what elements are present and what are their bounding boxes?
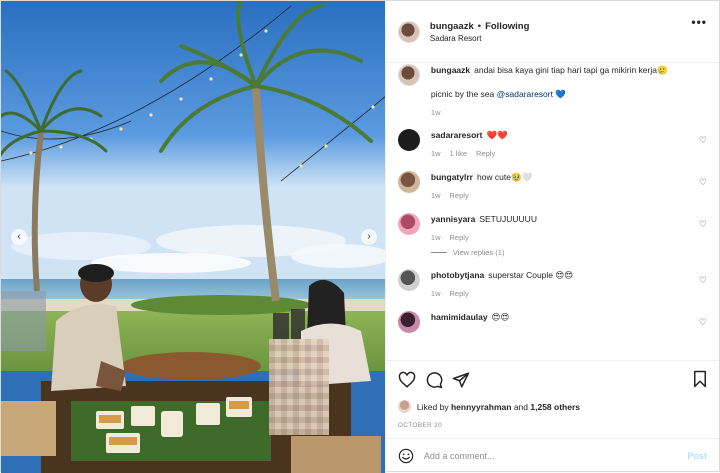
comment-text: hamimidaulay 😍😍 bbox=[431, 311, 707, 323]
reply-button[interactable]: Reply bbox=[450, 289, 469, 298]
caption-line2-text: picnic by the sea bbox=[430, 89, 495, 99]
timestamp[interactable]: 1w bbox=[431, 233, 441, 242]
avatar[interactable] bbox=[397, 269, 420, 291]
carousel-next-button[interactable]: › bbox=[361, 229, 377, 245]
post-header: bungaazk • Following Sadara Resort ••• bbox=[385, 1, 719, 63]
comment-meta: 1w Reply bbox=[431, 289, 707, 298]
likes-count[interactable]: 1 like bbox=[450, 149, 468, 158]
likes-connector: and bbox=[513, 401, 528, 412]
comment-body: superstar Couple 😍😍 bbox=[488, 270, 574, 280]
avatar[interactable] bbox=[397, 213, 420, 235]
avatar[interactable] bbox=[397, 171, 420, 193]
post-date[interactable]: OCTOBER 20 bbox=[398, 422, 707, 429]
comment-body: how cute🥹🤍 bbox=[476, 172, 533, 182]
more-options-icon[interactable]: ••• bbox=[691, 15, 707, 29]
separator-dot: • bbox=[477, 20, 482, 32]
mention-link[interactable]: @sadararesort bbox=[497, 89, 553, 99]
comment-text: bungatylrr how cute🥹🤍 bbox=[431, 171, 707, 183]
blurred-area bbox=[269, 339, 329, 435]
comment-meta: 1w Reply bbox=[431, 233, 707, 242]
divider bbox=[430, 252, 447, 253]
avatar[interactable] bbox=[397, 311, 420, 333]
timestamp[interactable]: 1w bbox=[431, 149, 441, 158]
comment-icon[interactable] bbox=[425, 371, 443, 389]
caption-username[interactable]: bungaazk bbox=[431, 65, 470, 75]
post-photo[interactable]: ‹ › bbox=[1, 1, 385, 473]
instagram-post: ‹ › bungaazk • Following Sadara Resort •… bbox=[0, 0, 720, 473]
timestamp[interactable]: 1w bbox=[431, 289, 441, 298]
reply-button[interactable]: Reply bbox=[450, 191, 469, 200]
caption: bungaazk andai bisa kaya gini tiap hari t… bbox=[397, 64, 707, 117]
comment-body: ❤️❤️ bbox=[486, 130, 508, 140]
comment-body: SETUJUUUUU bbox=[479, 214, 537, 224]
smiley-icon[interactable] bbox=[398, 448, 414, 464]
reply-button[interactable]: Reply bbox=[476, 149, 495, 158]
likes-others-link[interactable]: 1,258 others bbox=[530, 402, 580, 412]
avatar[interactable] bbox=[397, 64, 420, 86]
comments-list[interactable]: bungaazk andai bisa kaya gini tiap hari t… bbox=[386, 64, 719, 360]
timestamp[interactable]: 1w bbox=[431, 191, 441, 200]
author-username[interactable]: bungaazk bbox=[430, 21, 474, 32]
heart-icon[interactable] bbox=[398, 371, 416, 389]
likes-summary: Liked by hennyyrahman and 1,258 others bbox=[397, 400, 707, 413]
comment-username[interactable]: yannisyara bbox=[431, 214, 475, 224]
comment-input[interactable] bbox=[423, 451, 688, 461]
avatar[interactable] bbox=[397, 20, 420, 43]
comment-body: 😍😍 bbox=[491, 312, 510, 322]
comment-item: photobytjana superstar Couple 😍😍 1w Reply… bbox=[397, 269, 707, 298]
blue-heart-emoji: 💙 bbox=[555, 89, 566, 99]
liker-username[interactable]: hennyyrahman bbox=[451, 402, 511, 412]
comment-username[interactable]: sadararesort bbox=[431, 130, 483, 140]
comment-meta: 1w 1 like Reply bbox=[431, 149, 707, 158]
comment-item: yannisyara SETUJUUUUU 1w Reply ♡ bbox=[397, 213, 707, 242]
caption-body: andai bisa kaya gini tiap hari tapi ga m… bbox=[474, 65, 668, 75]
comment-like-heart-icon[interactable]: ♡ bbox=[699, 317, 707, 328]
comment-like-heart-icon[interactable]: ♡ bbox=[699, 219, 707, 230]
comment-item: hamimidaulay 😍😍 ♡ bbox=[397, 311, 707, 333]
share-icon[interactable] bbox=[452, 371, 470, 389]
comment-item: bungatylrr how cute🥹🤍 1w Reply ♡ bbox=[397, 171, 707, 200]
comment-like-heart-icon[interactable]: ♡ bbox=[699, 275, 707, 286]
post-actions: Liked by hennyyrahman and 1,258 others O… bbox=[385, 360, 719, 435]
bookmark-icon[interactable] bbox=[691, 370, 709, 388]
comment-text: photobytjana superstar Couple 😍😍 bbox=[431, 269, 707, 281]
caption-line-2: picnic by the sea @sadararesort 💙 bbox=[431, 88, 707, 100]
view-replies-label[interactable]: View replies (1) bbox=[453, 248, 505, 257]
avatar[interactable] bbox=[397, 400, 411, 413]
view-replies-button[interactable]: View replies (1) bbox=[430, 248, 707, 257]
comment-item: sadararesort ❤️❤️ 1w 1 like Reply ♡ bbox=[397, 129, 707, 158]
comment-text: yannisyara SETUJUUUUU bbox=[431, 213, 707, 225]
comment-username[interactable]: bungatylrr bbox=[431, 172, 473, 182]
timestamp[interactable]: 1w bbox=[431, 108, 441, 117]
post-comment-button[interactable]: Post bbox=[687, 451, 707, 461]
carousel-prev-button[interactable]: ‹ bbox=[11, 229, 27, 245]
add-comment-bar: Post bbox=[385, 438, 719, 473]
location-link[interactable]: Sadara Resort bbox=[430, 34, 529, 43]
post-details-panel: bungaazk • Following Sadara Resort ••• b… bbox=[384, 1, 719, 473]
caption-text: bungaazk andai bisa kaya gini tiap hari t… bbox=[431, 64, 707, 76]
comment-text: sadararesort ❤️❤️ bbox=[431, 129, 707, 141]
avatar[interactable] bbox=[397, 129, 420, 151]
comment-username[interactable]: photobytjana bbox=[431, 270, 484, 280]
reply-button[interactable]: Reply bbox=[450, 233, 469, 242]
comment-meta: 1w Reply bbox=[431, 191, 707, 200]
following-button[interactable]: Following bbox=[485, 21, 529, 32]
comment-like-heart-icon[interactable]: ♡ bbox=[699, 135, 707, 146]
caption-meta: 1w bbox=[431, 108, 707, 117]
comment-like-heart-icon[interactable]: ♡ bbox=[699, 177, 707, 188]
comment-username[interactable]: hamimidaulay bbox=[431, 312, 488, 322]
likes-prefix: Liked by bbox=[416, 401, 449, 412]
